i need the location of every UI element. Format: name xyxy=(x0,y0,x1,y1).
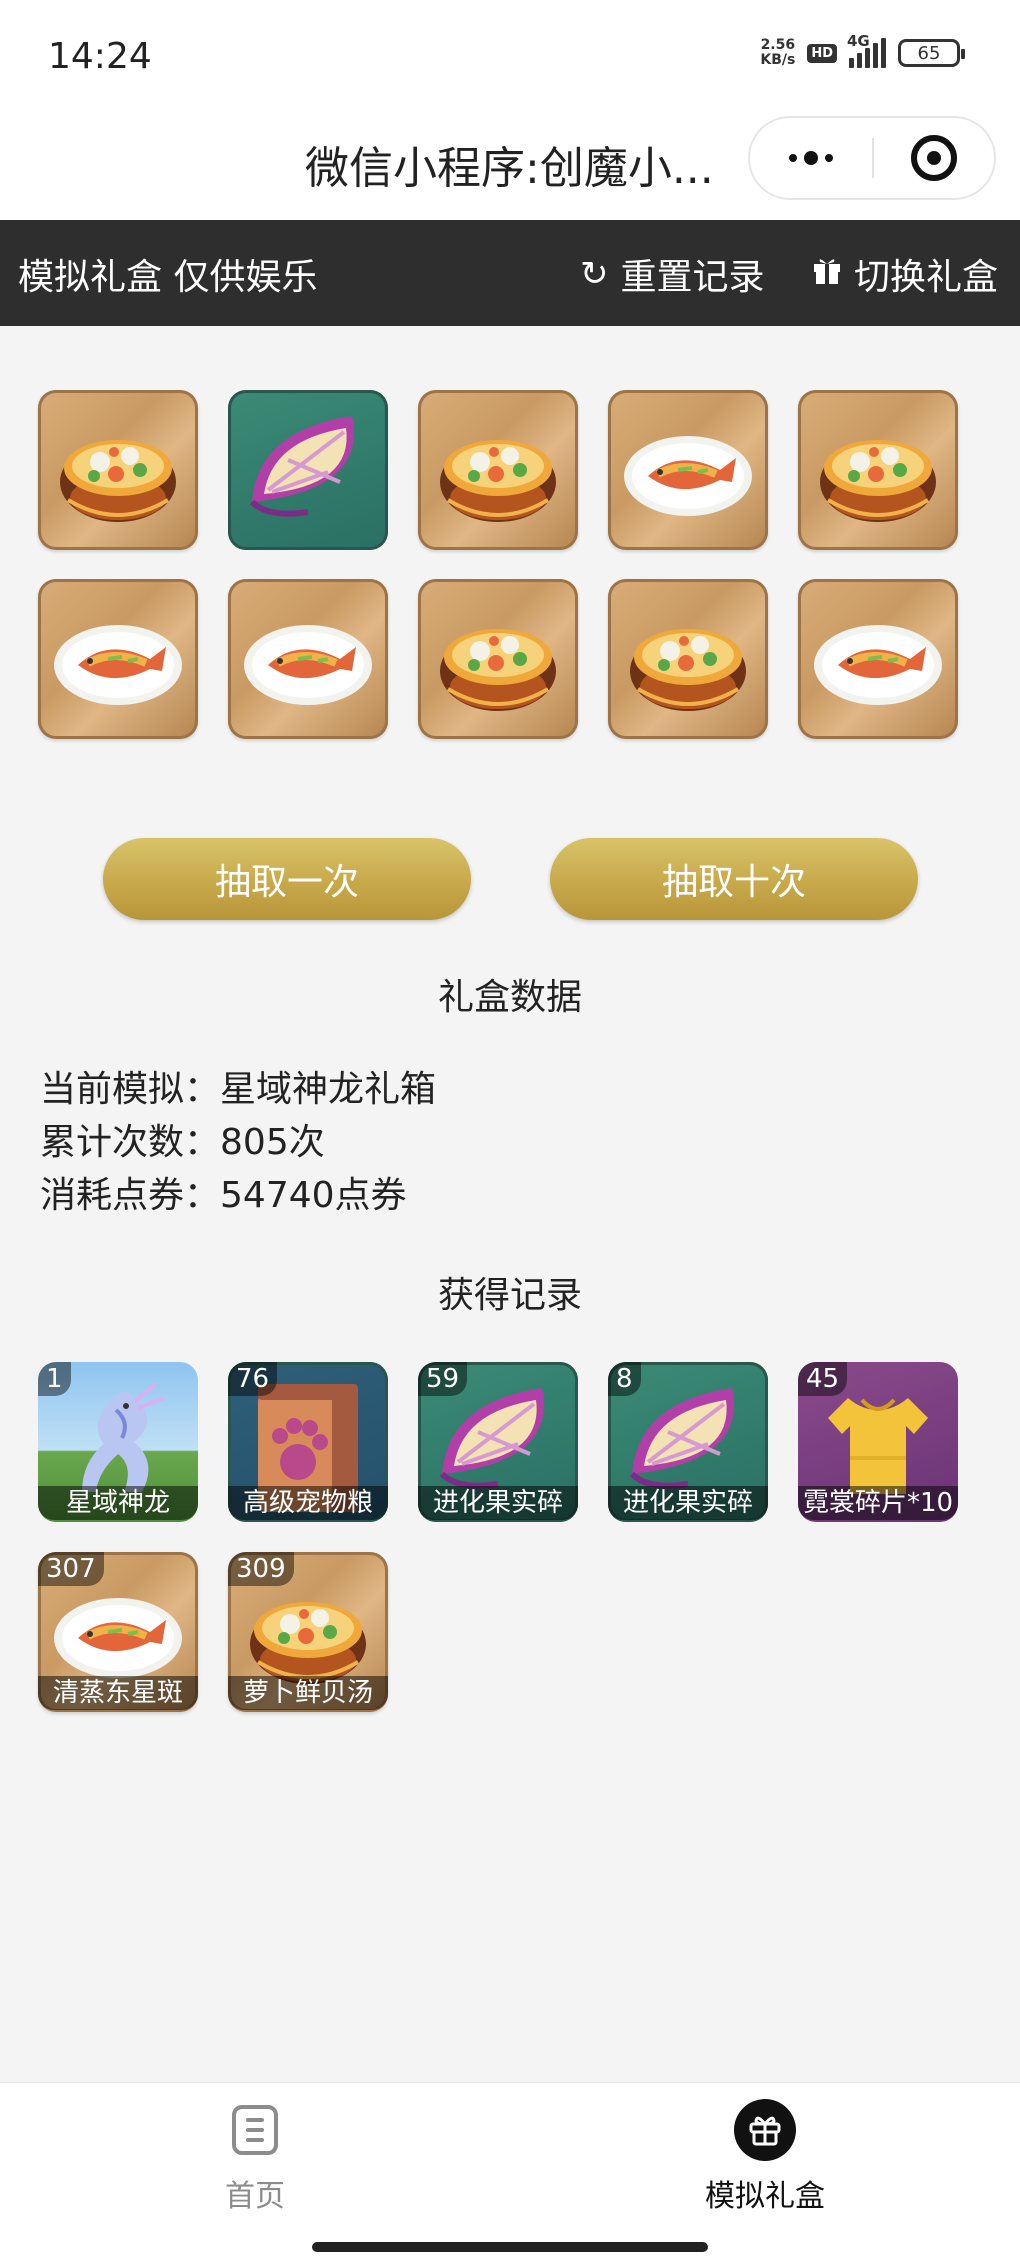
page-title: 微信小程序:创魔小... xyxy=(305,143,714,194)
record-item[interactable]: 59 进化果实碎 xyxy=(418,1362,578,1522)
record-item[interactable]: 45 霓裳碎片*10 xyxy=(798,1362,958,1522)
record-item[interactable]: 307 清蒸东星斑 xyxy=(38,1552,198,1712)
battery-icon: 65 xyxy=(898,39,965,67)
network-speed-value: 2.56 xyxy=(760,37,796,53)
gift-box-icon xyxy=(734,2099,796,2161)
toolbar-title: 模拟礼盒 仅供娱乐 xyxy=(18,257,318,298)
record-count: 76 xyxy=(228,1362,278,1396)
draw-result-fish-plate-icon xyxy=(38,579,198,739)
refresh-icon: ↻ xyxy=(580,254,609,294)
draw-result-fruit-slice-icon xyxy=(228,390,388,550)
mini-program-header: 微信小程序:创魔小... xyxy=(0,110,1020,220)
reset-records-button[interactable]: ↻ 重置记录 xyxy=(580,248,765,300)
records-grid: 1 星域神龙 76 高级宠物粮 59 进化果实碎 8 进化果实碎 45 霓裳碎片… xyxy=(38,1362,978,1712)
tab-gift-box-label: 模拟礼盒 xyxy=(705,2179,825,2214)
network-type: 4G xyxy=(847,32,870,50)
reset-records-label: 重置记录 xyxy=(620,257,765,298)
draw-result-fish-plate-icon xyxy=(798,579,958,739)
draw-count-value: 805次 xyxy=(220,1122,325,1163)
home-indicator xyxy=(312,2242,708,2252)
switch-gift-box-button[interactable]: 切换礼盒 xyxy=(812,248,998,300)
record-item[interactable]: 8 进化果实碎 xyxy=(608,1362,768,1522)
box-data-title: 礼盒数据 xyxy=(437,977,582,1018)
status-time: 14:24 xyxy=(48,36,152,77)
hd-icon: HD xyxy=(807,43,837,63)
draw-result-soup-bowl-icon xyxy=(418,579,578,739)
switch-gift-box-label: 切换礼盒 xyxy=(854,257,999,298)
capsule-menu xyxy=(748,116,996,200)
record-name: 霓裳碎片*10 xyxy=(798,1486,958,1520)
home-doc-icon xyxy=(232,2105,278,2155)
record-name: 星域神龙 xyxy=(38,1486,198,1520)
tab-home[interactable]: 首页 xyxy=(145,2105,365,2215)
status-icons: 2.56 KB/s HD 4G 65 xyxy=(760,32,965,68)
draw-result-soup-bowl-icon xyxy=(608,579,768,739)
close-mini-program-icon[interactable] xyxy=(874,118,994,198)
gift-icon xyxy=(812,254,842,295)
records-title: 获得记录 xyxy=(437,1275,582,1316)
record-count: 59 xyxy=(418,1362,468,1396)
cost-value: 54740点券 xyxy=(220,1175,407,1216)
draw-result-soup-bowl-icon xyxy=(418,390,578,550)
draw-result-soup-bowl-icon xyxy=(38,390,198,550)
signal-icon: 4G xyxy=(847,32,886,68)
record-count: 45 xyxy=(798,1362,848,1396)
record-count: 8 xyxy=(608,1362,641,1396)
current-box-row: 当前模拟：星域神龙礼箱 xyxy=(40,1069,437,1110)
draw-once-button[interactable]: 抽取一次 xyxy=(103,838,471,920)
record-item[interactable]: 1 星域神龙 xyxy=(38,1362,198,1522)
more-options-icon[interactable] xyxy=(750,118,872,198)
draw-results-grid xyxy=(38,390,978,739)
bottom-tab-bar: 首页 模拟礼盒 xyxy=(0,2082,1020,2267)
cost-row: 消耗点券：54740点券 xyxy=(40,1175,407,1216)
tab-gift-box[interactable]: 模拟礼盒 xyxy=(655,2099,875,2215)
draw-ten-button[interactable]: 抽取十次 xyxy=(550,838,918,920)
record-count: 307 xyxy=(38,1552,104,1586)
draw-count-row: 累计次数：805次 xyxy=(40,1122,325,1163)
draw-result-fish-plate-icon xyxy=(608,390,768,550)
record-name: 清蒸东星斑 xyxy=(38,1676,198,1710)
record-item[interactable]: 76 高级宠物粮 xyxy=(228,1362,388,1522)
record-name: 高级宠物粮 xyxy=(228,1486,388,1520)
tab-home-label: 首页 xyxy=(225,2179,285,2214)
record-item[interactable]: 309 萝卜鲜贝汤 xyxy=(228,1552,388,1712)
network-speed: 2.56 KB/s xyxy=(760,38,795,68)
box-data-stats: 当前模拟：星域神龙礼箱 累计次数：805次 消耗点券：54740点券 xyxy=(40,1063,436,1222)
toolbar: 模拟礼盒 仅供娱乐 ↻ 重置记录 切换礼盒 xyxy=(0,220,1020,326)
current-box-value: 星域神龙礼箱 xyxy=(220,1069,437,1110)
status-bar: 14:24 2.56 KB/s HD 4G 65 xyxy=(0,0,1020,110)
record-name: 进化果实碎 xyxy=(418,1486,578,1520)
record-name: 进化果实碎 xyxy=(608,1486,768,1520)
battery-level: 65 xyxy=(917,42,941,64)
draw-result-fish-plate-icon xyxy=(228,579,388,739)
record-count: 309 xyxy=(228,1552,294,1586)
draw-result-soup-bowl-icon xyxy=(798,390,958,550)
record-count: 1 xyxy=(38,1362,71,1396)
record-name: 萝卜鲜贝汤 xyxy=(228,1676,388,1710)
network-speed-unit: KB/s xyxy=(760,52,796,68)
